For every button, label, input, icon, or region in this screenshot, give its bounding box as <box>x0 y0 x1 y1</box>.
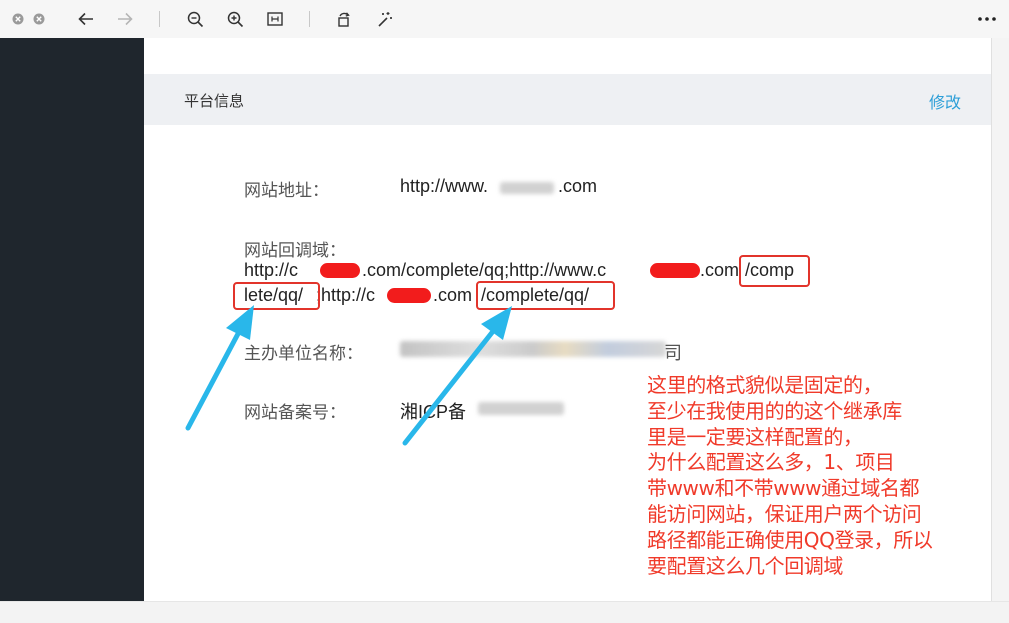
icp-redacted <box>478 402 564 415</box>
website-redacted <box>500 182 554 194</box>
zoom-in-icon[interactable] <box>225 0 245 38</box>
callback-line1-b: .com/complete/qq;http://www.c <box>362 260 607 280</box>
content-edge <box>991 38 992 601</box>
website-suffix: .com <box>558 176 598 196</box>
callback-line1-c: .com <box>700 260 740 280</box>
zoom-out-icon[interactable] <box>185 0 205 38</box>
toolbar-divider <box>309 11 310 27</box>
callback-redacted <box>320 263 360 278</box>
callback-redacted <box>387 288 431 303</box>
dark-sidebar <box>0 38 144 601</box>
annotation-text: 这里的格式貌似是固定的， 至少在我使用的的这个继承库 里是一定要这样配置的， 为… <box>647 373 933 578</box>
callback-line1-a: http://c <box>244 260 299 280</box>
highlight-box <box>476 281 615 310</box>
fit-icon[interactable] <box>265 0 285 38</box>
bottom-strip <box>0 601 1009 623</box>
forward-icon[interactable] <box>115 0 135 38</box>
organizer-redacted <box>400 341 666 357</box>
website-label: 网站地址： <box>244 181 329 201</box>
organizer-value: 司 <box>664 343 682 363</box>
viewer-toolbar <box>0 0 1009 38</box>
toolbar-divider <box>159 11 160 27</box>
minimize-icon[interactable] <box>31 0 47 38</box>
organizer-label: 主办单位名称： <box>244 344 363 364</box>
panel-header: 平台信息 修改 <box>144 74 991 125</box>
icp-value: 湘ICP备 <box>400 402 467 422</box>
close-icon[interactable] <box>10 0 26 38</box>
callback-line2-c: .com <box>433 285 473 305</box>
rotate-icon[interactable] <box>334 0 354 38</box>
highlight-box <box>233 282 320 310</box>
more-icon[interactable] <box>976 0 998 38</box>
back-icon[interactable] <box>76 0 96 38</box>
highlight-box <box>739 255 810 287</box>
callback-line2-b: ;http://c <box>316 285 376 305</box>
icp-label: 网站备案号： <box>244 403 346 423</box>
panel-title: 平台信息 <box>184 92 245 110</box>
edit-link[interactable]: 修改 <box>929 89 961 113</box>
callback-label: 网站回调域： <box>244 241 346 261</box>
callback-redacted <box>650 263 700 278</box>
magic-wand-icon[interactable] <box>374 0 394 38</box>
website-prefix: http://www. <box>400 176 489 196</box>
